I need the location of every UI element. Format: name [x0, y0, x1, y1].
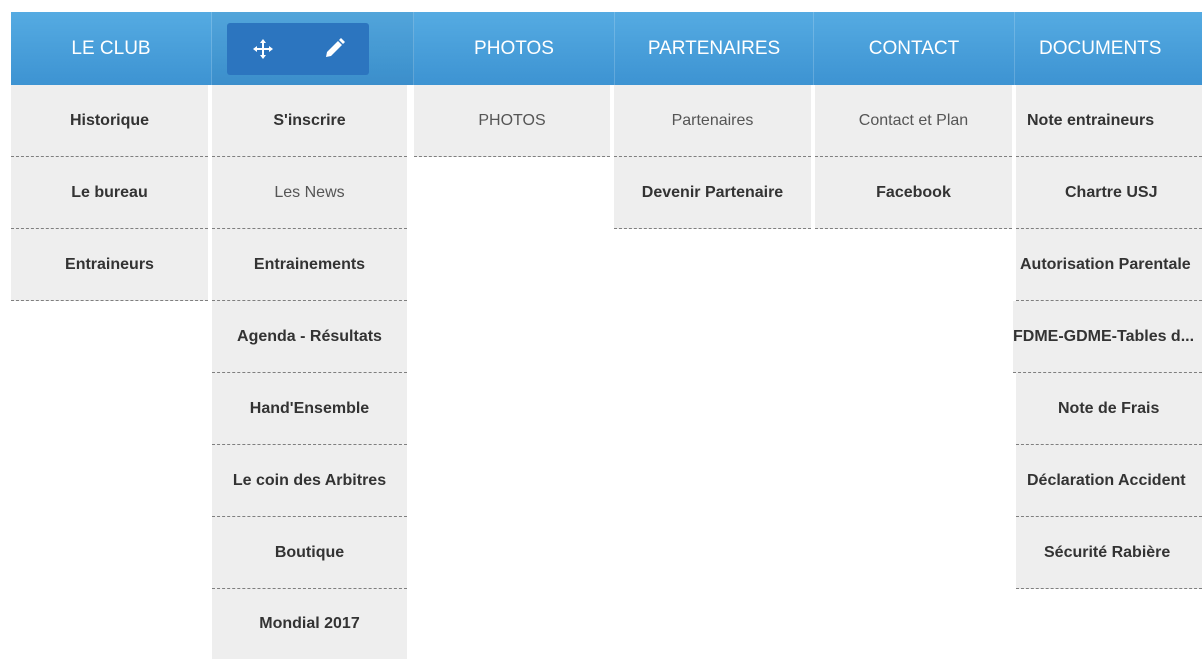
submenu-item-fdme-gdme[interactable]: FDME-GDME-Tables d...	[1013, 301, 1202, 373]
submenu-item-entraineurs[interactable]: Entraineurs	[11, 229, 208, 301]
nav-contact-label: CONTACT	[868, 37, 960, 59]
submenu-item-entrainements[interactable]: Entrainements	[212, 229, 407, 301]
nav-documents-label: DOCUMENTS	[1039, 37, 1162, 59]
move-arrows-icon[interactable]	[249, 35, 277, 63]
submenu-item-partenaires[interactable]: Partenaires	[614, 85, 811, 157]
submenu-edit-slot: S'inscrire Les News Entrainements Agenda…	[212, 85, 407, 659]
submenu-item-note-entraineurs[interactable]: Note entraineurs	[1016, 85, 1202, 157]
submenu-item-devenir-partenaire[interactable]: Devenir Partenaire	[614, 157, 811, 229]
nav-contact[interactable]: CONTACT	[814, 12, 1015, 85]
submenu-item-contact-plan[interactable]: Contact et Plan	[815, 85, 1012, 157]
submenu-item-facebook[interactable]: Facebook	[815, 157, 1012, 229]
main-nav-bar: LE CLUB PHOTOS PARTENAIRES CONTACT DOCUM…	[11, 12, 1202, 85]
submenu-le-club: Historique Le bureau Entraineurs	[11, 85, 208, 301]
submenu-item-chartre-usj[interactable]: Chartre USJ	[1016, 157, 1202, 229]
submenu-contact: Contact et Plan Facebook	[815, 85, 1012, 229]
submenu-item-coin-arbitres[interactable]: Le coin des Arbitres	[212, 445, 407, 517]
nav-le-club[interactable]: LE CLUB	[11, 12, 212, 85]
edit-toolbar	[227, 23, 369, 75]
submenu-item-note-de-frais[interactable]: Note de Frais	[1016, 373, 1202, 445]
submenu-item-les-news[interactable]: Les News	[212, 157, 407, 229]
nav-photos[interactable]: PHOTOS	[414, 12, 615, 85]
nav-partenaires-label: PARTENAIRES	[647, 37, 781, 59]
submenu-documents: Note entraineurs Chartre USJ Autorisatio…	[1013, 85, 1202, 589]
pencil-icon[interactable]	[320, 35, 348, 63]
submenu-photos: PHOTOS	[414, 85, 610, 157]
submenu-item-securite-rabiere[interactable]: Sécurité Rabière	[1016, 517, 1202, 589]
nav-photos-label: PHOTOS	[474, 37, 554, 59]
submenu-item-photos[interactable]: PHOTOS	[414, 85, 610, 157]
submenu-item-historique[interactable]: Historique	[11, 85, 208, 157]
submenu-item-sinscrire[interactable]: S'inscrire	[212, 85, 407, 157]
submenu-item-declaration-accident[interactable]: Déclaration Accident	[1016, 445, 1202, 517]
submenu-item-autorisation-parentale[interactable]: Autorisation Parentale	[1016, 229, 1202, 301]
submenu-partenaires: Partenaires Devenir Partenaire	[614, 85, 811, 229]
nav-documents[interactable]: DOCUMENTS	[1015, 12, 1202, 85]
submenu-item-mondial-2017[interactable]: Mondial 2017	[212, 589, 407, 659]
submenu-item-hand-ensemble[interactable]: Hand'Ensemble	[212, 373, 407, 445]
submenu-item-le-bureau[interactable]: Le bureau	[11, 157, 208, 229]
nav-edit-slot[interactable]	[212, 12, 414, 85]
submenu-item-agenda-resultats[interactable]: Agenda - Résultats	[212, 301, 407, 373]
nav-partenaires[interactable]: PARTENAIRES	[615, 12, 814, 85]
nav-le-club-label: LE CLUB	[71, 37, 151, 59]
submenu-item-boutique[interactable]: Boutique	[212, 517, 407, 589]
